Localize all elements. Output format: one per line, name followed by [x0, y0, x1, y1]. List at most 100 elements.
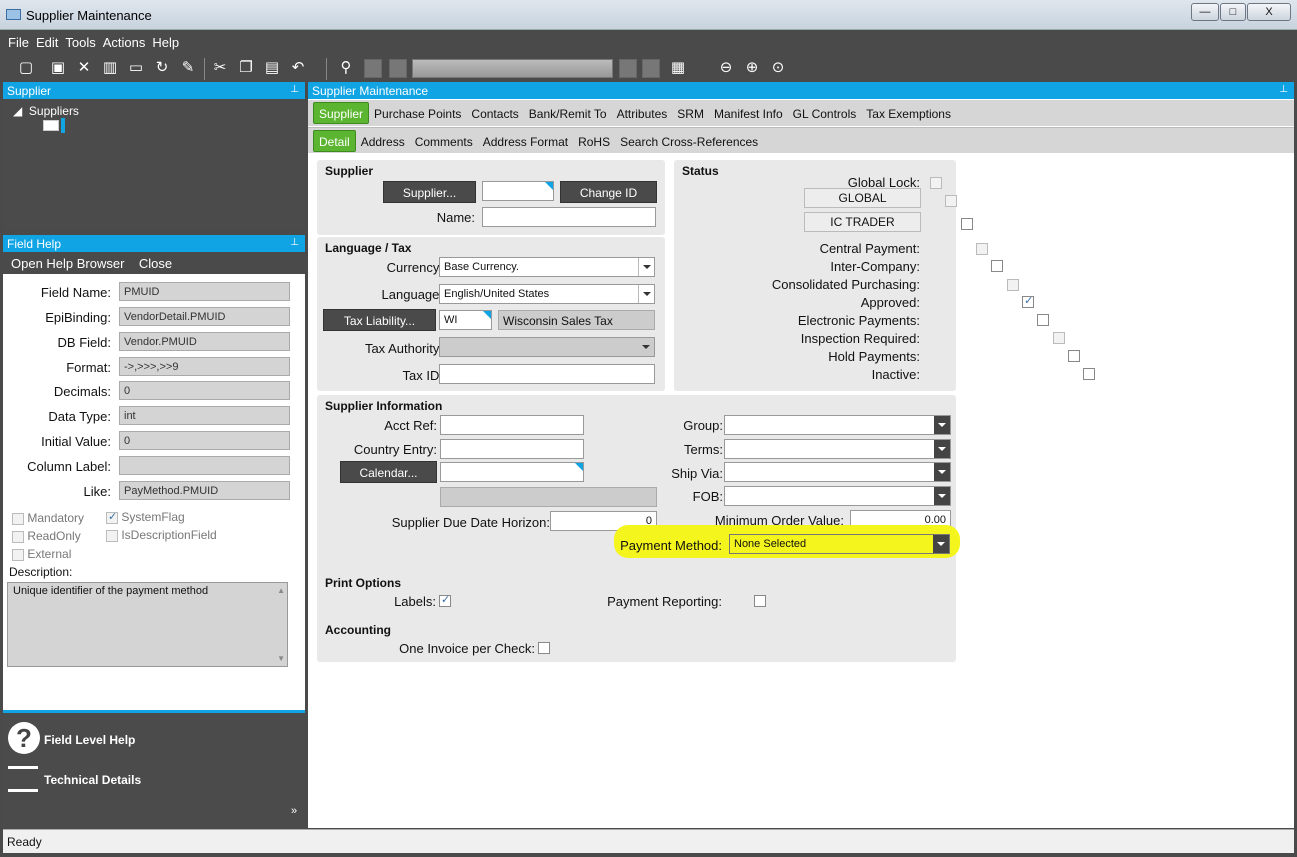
pin-icon[interactable]: ⊥: [290, 237, 299, 248]
chevron-down-icon[interactable]: [638, 338, 654, 356]
subtab-address-format[interactable]: Address Format: [478, 129, 573, 155]
new-icon[interactable]: ▢: [16, 58, 36, 78]
menu-tools[interactable]: Tools: [65, 35, 95, 50]
tax-authority-select[interactable]: [439, 337, 655, 357]
ship-via-select[interactable]: [724, 462, 951, 482]
name-input[interactable]: [482, 207, 656, 227]
clear-icon[interactable]: ✎: [178, 58, 198, 78]
delete-icon[interactable]: ✕: [74, 58, 94, 78]
tab-manifest-info[interactable]: Manifest Info: [709, 101, 788, 127]
terms-select[interactable]: [724, 439, 951, 459]
labels-checkbox[interactable]: [439, 593, 451, 607]
open-help-browser-button[interactable]: Open Help Browser: [11, 256, 124, 271]
last-record-icon[interactable]: [642, 59, 660, 78]
prev-record-icon[interactable]: [389, 59, 407, 78]
supplier-id-input[interactable]: [482, 181, 554, 201]
chevron-down-icon[interactable]: [934, 440, 950, 458]
consolidated-purchasing-checkbox[interactable]: [1006, 278, 1019, 291]
group-select[interactable]: [724, 415, 951, 435]
subtab-rohs[interactable]: RoHS: [573, 129, 615, 155]
tax-code-input[interactable]: WI: [439, 310, 492, 330]
menu-help[interactable]: Help: [152, 35, 179, 50]
menu-actions[interactable]: Actions: [103, 35, 146, 50]
pin-icon[interactable]: ⊥: [1279, 84, 1288, 95]
home-icon[interactable]: ⊙: [768, 58, 788, 78]
refresh-icon[interactable]: ↻: [152, 58, 172, 78]
copy-icon[interactable]: ❐: [236, 58, 256, 78]
inter-company-checkbox[interactable]: [991, 259, 1004, 272]
inactive-checkbox[interactable]: [1083, 367, 1096, 380]
hold-payments-checkbox[interactable]: [1068, 349, 1081, 362]
save-icon[interactable]: ▣: [48, 58, 68, 78]
menu-file[interactable]: File: [8, 35, 29, 50]
menu-edit[interactable]: Edit: [36, 35, 58, 50]
calendar-button[interactable]: Calendar...: [340, 461, 437, 483]
technical-details-link[interactable]: Technical Details: [44, 773, 141, 787]
fob-select[interactable]: [724, 486, 951, 506]
forward-icon[interactable]: ⊕: [742, 58, 762, 78]
accounting-title: Accounting: [325, 623, 391, 637]
tab-gl-controls[interactable]: GL Controls: [788, 101, 862, 127]
tab-supplier[interactable]: Supplier: [313, 102, 370, 124]
scroll-up-icon[interactable]: ▲: [277, 586, 285, 595]
language-select[interactable]: English/United States: [439, 284, 655, 304]
chevron-down-icon[interactable]: [934, 416, 950, 434]
scroll-down-icon[interactable]: ▼: [277, 654, 285, 663]
global-checkbox[interactable]: [945, 194, 958, 207]
overflow-chevron-icon[interactable]: »: [291, 805, 297, 817]
central-payment-checkbox[interactable]: [976, 242, 989, 255]
approved-checkbox[interactable]: [1022, 294, 1035, 308]
book-icon[interactable]: ▥: [100, 58, 120, 78]
chevron-down-icon[interactable]: [933, 535, 949, 553]
calendar-input[interactable]: [440, 462, 584, 482]
minimize-button[interactable]: —: [1191, 3, 1219, 21]
supplier-button[interactable]: Supplier...: [383, 181, 476, 203]
change-id-button[interactable]: Change ID: [560, 181, 657, 203]
tab-srm[interactable]: SRM: [672, 101, 709, 127]
inspection-required-checkbox[interactable]: [1052, 331, 1065, 344]
tab-attributes[interactable]: Attributes: [612, 101, 673, 127]
back-icon[interactable]: ⊖: [716, 58, 736, 78]
ic-trader-button[interactable]: IC TRADER: [804, 212, 921, 232]
chevron-down-icon[interactable]: [638, 285, 654, 303]
chevron-down-icon[interactable]: [638, 258, 654, 276]
field-level-help-link[interactable]: Field Level Help: [44, 733, 135, 747]
paste-icon[interactable]: ▤: [262, 58, 282, 78]
description-textarea[interactable]: Unique identifier of the payment method …: [7, 582, 288, 667]
undo-icon[interactable]: ↶: [288, 58, 308, 78]
pin-icon[interactable]: ⊥: [290, 84, 299, 95]
subtab-address[interactable]: Address: [356, 129, 410, 155]
tab-purchase-points[interactable]: Purchase Points: [369, 101, 466, 127]
country-entry-input[interactable]: [440, 439, 584, 459]
global-lock-checkbox[interactable]: [930, 176, 942, 189]
payment-method-select[interactable]: None Selected: [729, 534, 950, 554]
subtab-comments[interactable]: Comments: [410, 129, 478, 155]
chevron-down-icon[interactable]: [934, 463, 950, 481]
tab-tax-exemptions[interactable]: Tax Exemptions: [861, 101, 956, 127]
ic-trader-checkbox[interactable]: [960, 217, 973, 230]
one-invoice-checkbox[interactable]: [538, 641, 550, 654]
tree-node-suppliers[interactable]: ◢ Suppliers: [13, 104, 79, 118]
chevron-down-icon[interactable]: [934, 487, 950, 505]
print-icon[interactable]: ▦: [668, 58, 688, 78]
cut-icon[interactable]: ✂: [210, 58, 230, 78]
search-icon[interactable]: ⚲: [336, 58, 356, 78]
global-button[interactable]: GLOBAL: [804, 188, 921, 208]
tab-bank-remit-to[interactable]: Bank/Remit To: [524, 101, 612, 127]
tax-liability-button[interactable]: Tax Liability...: [323, 309, 436, 331]
attach-icon[interactable]: ▭: [126, 58, 146, 78]
currency-select[interactable]: Base Currency.: [439, 257, 655, 277]
maximize-button[interactable]: □: [1220, 3, 1246, 21]
subtab-detail[interactable]: Detail: [313, 130, 356, 152]
subtab-search-cross-references[interactable]: Search Cross-References: [615, 129, 763, 155]
first-record-icon[interactable]: [364, 59, 382, 78]
record-selector[interactable]: [412, 59, 613, 78]
electronic-payments-checkbox[interactable]: [1037, 313, 1050, 326]
tab-contacts[interactable]: Contacts: [466, 101, 523, 127]
close-help-button[interactable]: Close: [139, 256, 172, 271]
next-record-icon[interactable]: [619, 59, 637, 78]
payment-reporting-checkbox[interactable]: [754, 594, 767, 607]
acct-ref-input[interactable]: [440, 415, 584, 435]
close-window-button[interactable]: X: [1247, 3, 1291, 21]
tax-id-input[interactable]: [439, 364, 655, 384]
